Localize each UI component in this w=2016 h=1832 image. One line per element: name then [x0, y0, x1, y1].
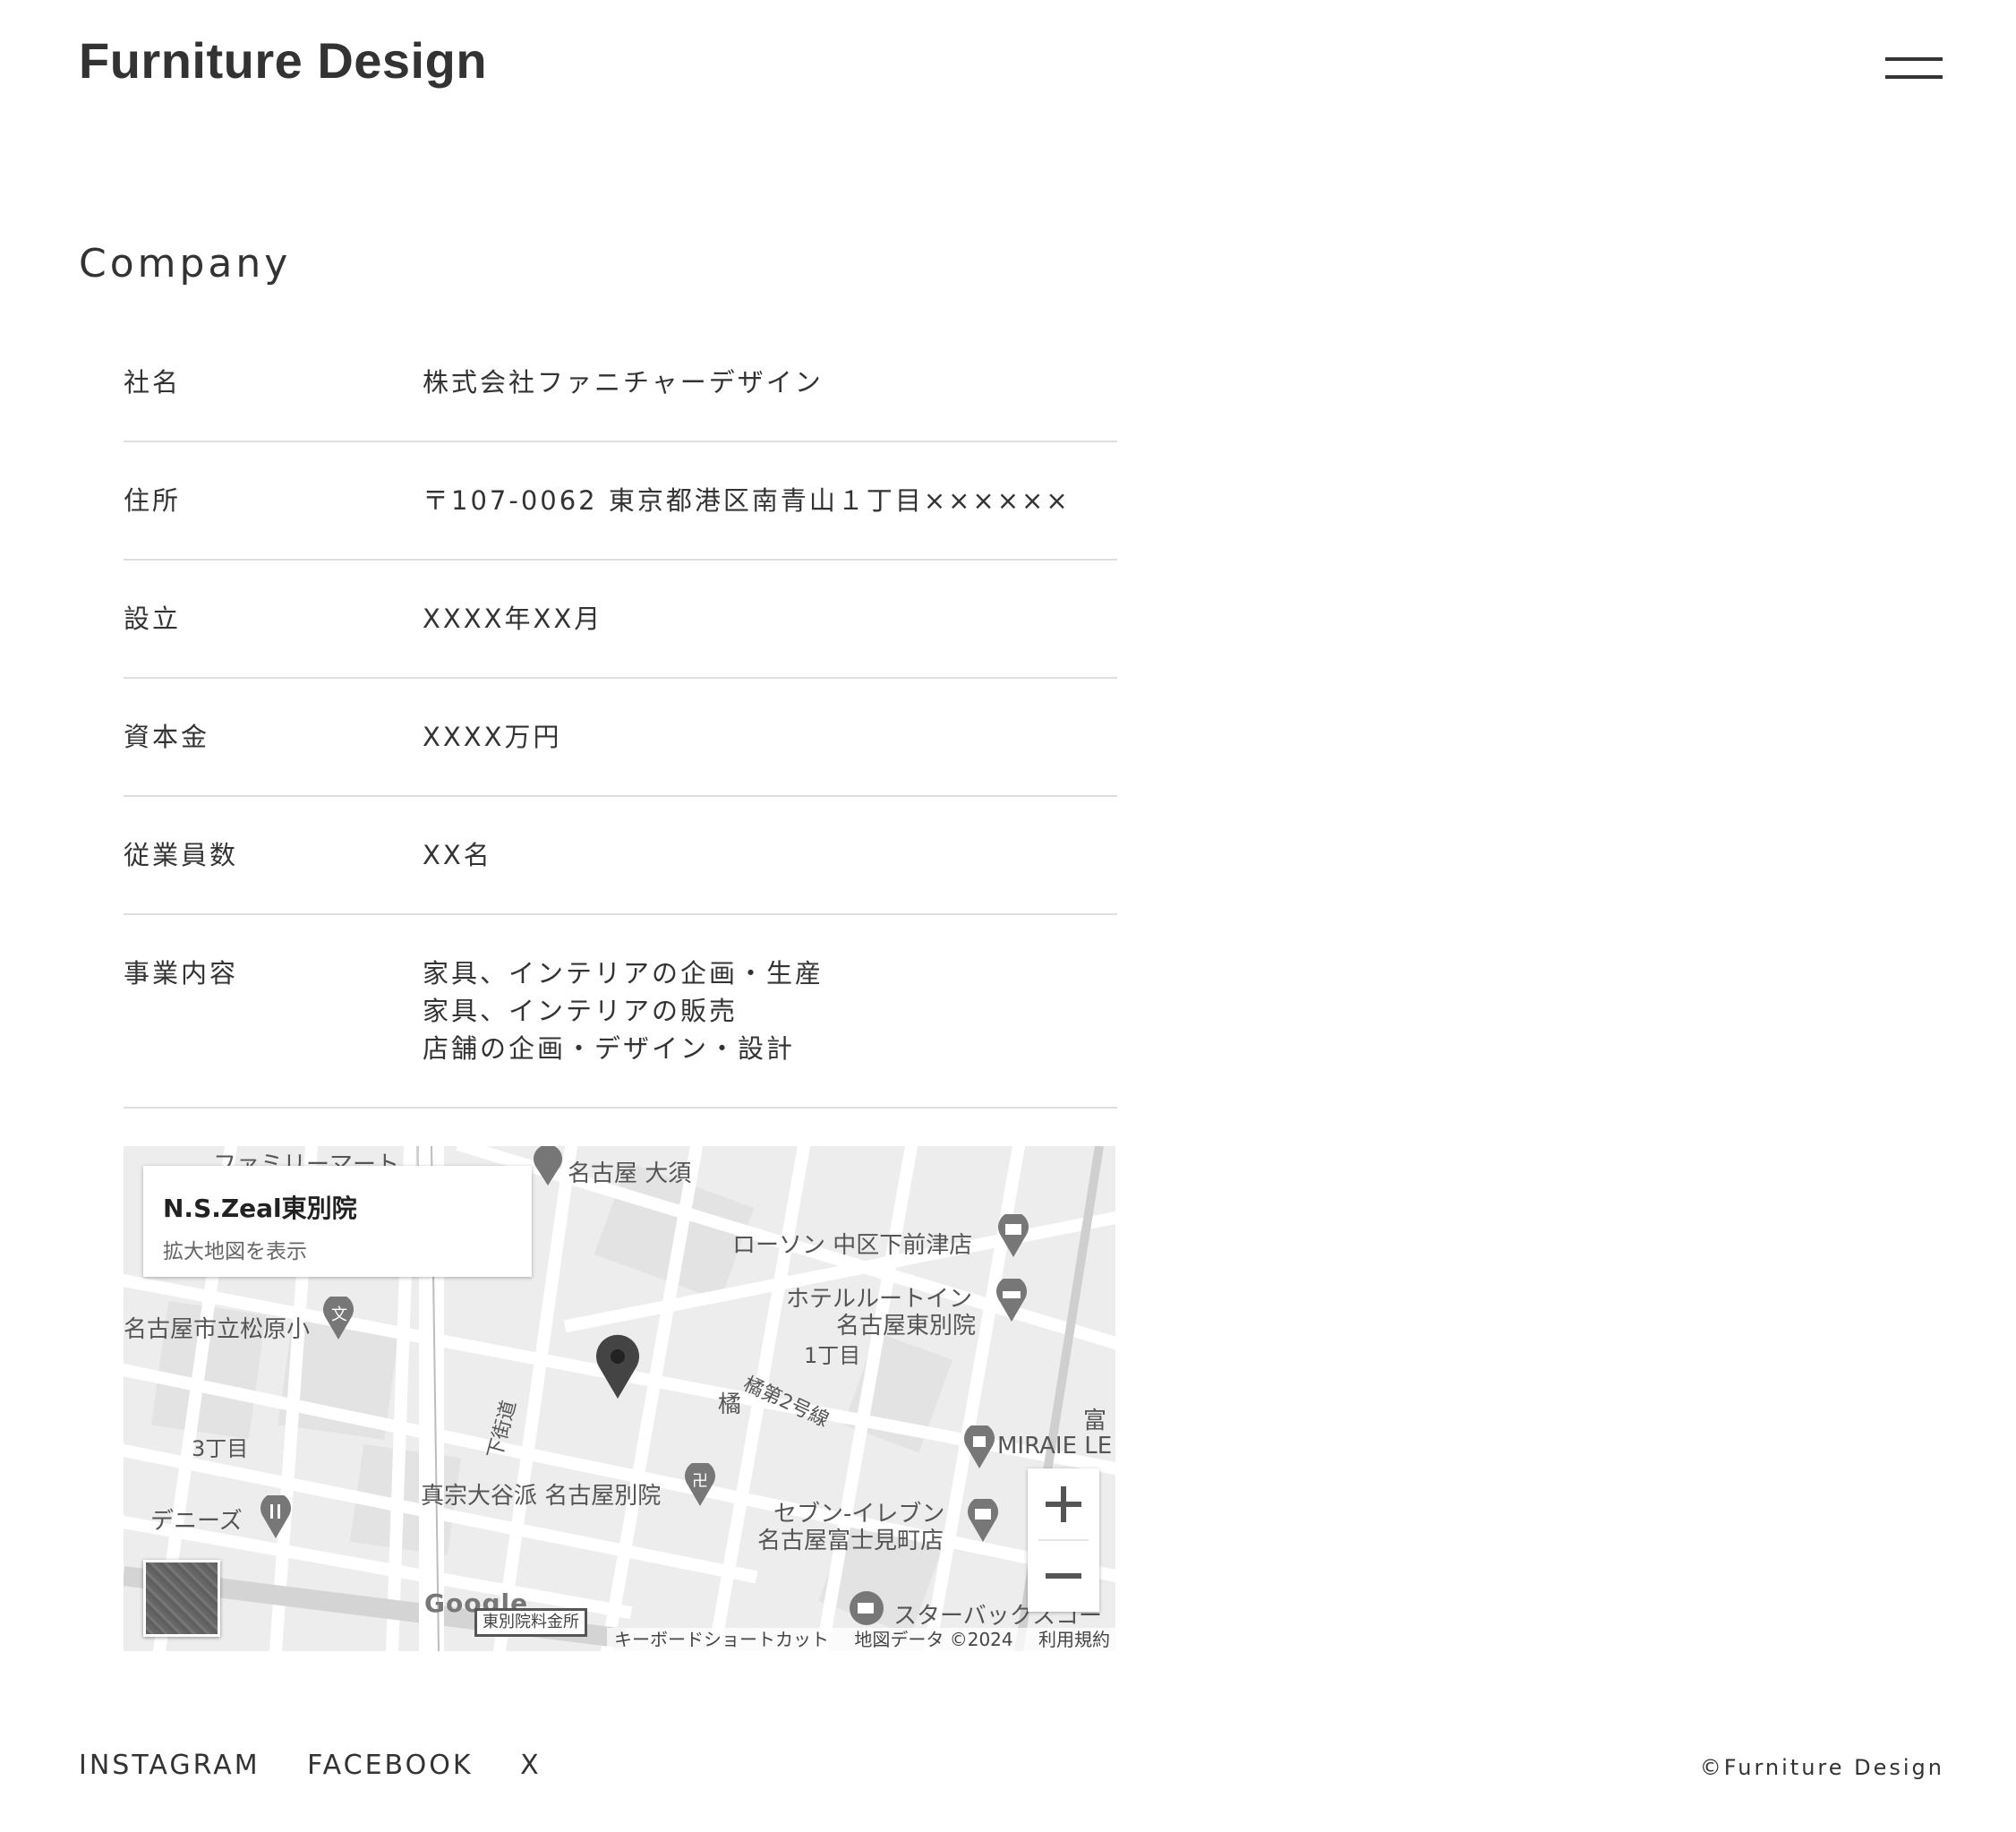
map-label: MIRAIE LE [997, 1433, 1113, 1460]
svg-text:文: 文 [331, 1306, 347, 1324]
table-row: 住所 〒107-0062 東京都港区南青山１丁目×××××× [124, 442, 1117, 561]
table-row: 設立 XXXX年XX月 [124, 561, 1117, 679]
zoom-in-button[interactable] [1028, 1468, 1099, 1540]
table-row: 資本金 XXXX万円 [124, 679, 1117, 797]
map-label: 名古屋 大須 [568, 1160, 692, 1187]
table-row: 事業内容 家具、インテリアの企画・生産 家具、インテリアの販売 店舗の企画・デザ… [124, 915, 1117, 1109]
map-label: 橘 [718, 1391, 742, 1418]
facebook-link[interactable]: FACEBOOK [307, 1750, 473, 1781]
map-label: 名古屋市立松原小 [124, 1316, 311, 1343]
map-attribution: キーボードショートカット 地図データ ©2024 利用規約 [607, 1628, 1115, 1651]
place-info-card: N.S.Zeal東別院 拡大地図を表示 [143, 1166, 532, 1277]
menu-line-top [1885, 57, 1943, 61]
toll-gate-label: 東別院料金所 [474, 1608, 587, 1637]
school-pin-icon: 文 [323, 1297, 354, 1340]
table-row: 社名 株式会社ファニチャーデザイン [124, 324, 1117, 442]
map-label: 名古屋富士見町店 [757, 1528, 944, 1554]
map-label: デニーズ [150, 1508, 243, 1535]
hotel-pin-icon [996, 1279, 1027, 1322]
company-info-table: 社名 株式会社ファニチャーデザイン 住所 〒107-0062 東京都港区南青山１… [124, 324, 1117, 1109]
cafe-icon [850, 1591, 884, 1625]
zoom-out-button[interactable] [1028, 1540, 1099, 1612]
row-label: 従業員数 [124, 840, 239, 870]
page-title: Company [79, 241, 292, 287]
landmark-pin-icon [964, 1425, 995, 1468]
place-name: N.S.Zeal東別院 [163, 1194, 357, 1223]
x-link[interactable]: X [520, 1750, 542, 1781]
map-label: 1丁目 [804, 1343, 861, 1368]
restaurant-pin-icon [261, 1495, 291, 1538]
row-value: 家具、インテリアの企画・生産 家具、インテリアの販売 店舗の企画・デザイン・設計 [423, 955, 1117, 1067]
plus-icon [1046, 1486, 1081, 1522]
site-logo[interactable]: Furniture Design [79, 30, 487, 90]
zoom-control [1028, 1468, 1099, 1612]
instagram-link[interactable]: INSTAGRAM [79, 1750, 261, 1781]
satellite-toggle-button[interactable] [143, 1560, 220, 1637]
row-value: XX名 [423, 840, 492, 870]
store-pin-icon [998, 1214, 1029, 1257]
satellite-thumbnail [146, 1562, 218, 1634]
row-label: 住所 [124, 485, 182, 516]
row-value: XXXX年XX月 [423, 604, 603, 634]
location-pin-icon[interactable] [593, 1332, 643, 1400]
map-label: 名古屋東別院 [836, 1313, 977, 1340]
map-label: 3丁目 [192, 1436, 249, 1461]
social-links: INSTAGRAM FACEBOOK X [79, 1750, 577, 1781]
business-line: 家具、インテリアの企画・生産 [423, 958, 824, 989]
business-line: 店舗の企画・デザイン・設計 [423, 1033, 796, 1064]
row-value: XXXX万円 [423, 722, 562, 752]
copyright: ©Furniture Design [1699, 1755, 1944, 1780]
row-label: 社名 [124, 367, 182, 398]
row-value: 〒107-0062 東京都港区南青山１丁目×××××× [423, 485, 1071, 516]
table-row: 従業員数 XX名 [124, 797, 1117, 915]
map-label: 富 [1083, 1408, 1107, 1434]
keyboard-shortcuts-link[interactable]: キーボードショートカット [614, 1629, 829, 1650]
hamburger-menu-icon[interactable] [1885, 54, 1943, 84]
row-label: 設立 [124, 604, 182, 634]
terms-link[interactable]: 利用規約 [1038, 1629, 1110, 1650]
row-label: 資本金 [124, 722, 210, 752]
view-larger-map-link[interactable]: 拡大地図を表示 [163, 1234, 307, 1264]
shop-pin-icon [534, 1146, 562, 1186]
business-line: 家具、インテリアの販売 [423, 996, 739, 1026]
svg-text:卍: 卍 [692, 1472, 708, 1491]
google-map[interactable]: ファミリーマート 名古屋 大須 ローソン 中区下前津店 ホテルルートイン 名古屋… [124, 1146, 1115, 1651]
map-label: ローソン 中区下前津店 [732, 1232, 973, 1259]
menu-line-bottom [1885, 75, 1943, 79]
temple-pin-icon: 卍 [685, 1463, 715, 1506]
row-label: 事業内容 [124, 958, 239, 989]
map-label: 真宗大谷派 名古屋別院 [421, 1483, 662, 1510]
row-value: 株式会社ファニチャーデザイン [423, 367, 824, 398]
convenience-store-pin-icon [968, 1499, 998, 1542]
map-data-credit: 地図データ ©2024 [854, 1629, 1013, 1650]
minus-icon [1046, 1573, 1081, 1579]
